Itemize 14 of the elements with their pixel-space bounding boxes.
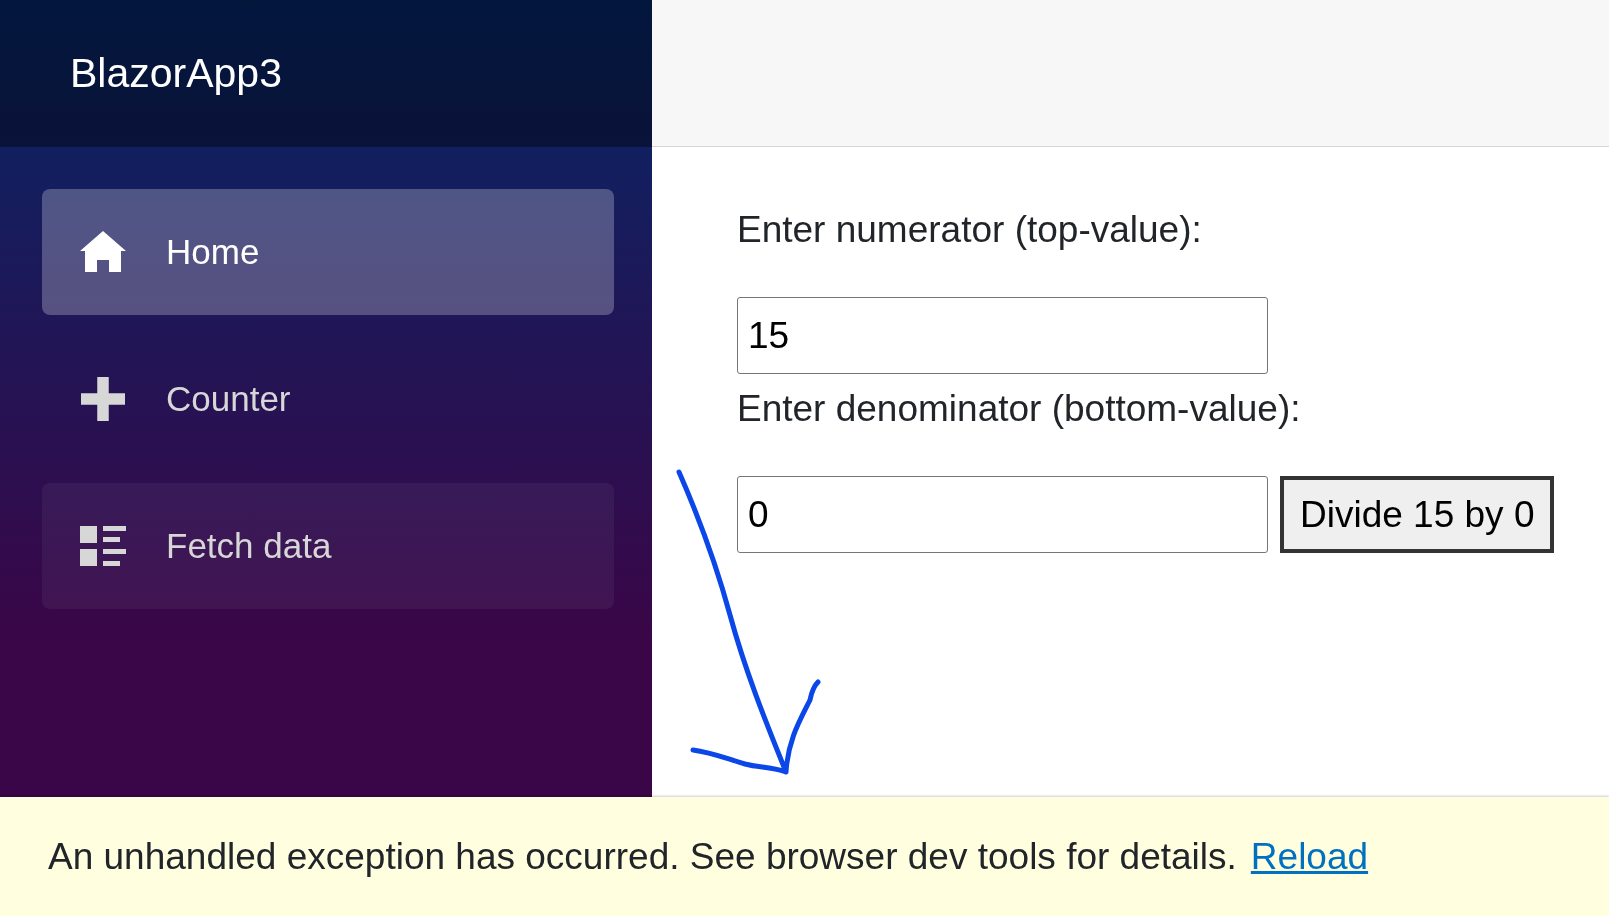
denominator-label: Enter denominator (bottom-value):: [737, 388, 1302, 430]
app-title[interactable]: BlazorApp3: [70, 50, 282, 97]
error-message: An unhandled exception has occurred. See browser dev tools for details.: [48, 835, 1237, 878]
nav-item[interactable]: Home: [42, 189, 614, 315]
numerator-label: Enter numerator (top-value):: [737, 209, 1203, 251]
divide-button[interactable]: Divide 15 by 0: [1280, 476, 1555, 553]
nav-item[interactable]: Fetch data: [42, 483, 614, 609]
nav-item[interactable]: Counter: [42, 336, 614, 462]
plus-icon: [80, 377, 126, 421]
list-icon: [80, 524, 126, 568]
denominator-input[interactable]: 0: [737, 476, 1268, 553]
home-icon: [80, 230, 126, 274]
numerator-input[interactable]: 15: [737, 297, 1268, 374]
reload-link[interactable]: Reload: [1250, 835, 1369, 878]
